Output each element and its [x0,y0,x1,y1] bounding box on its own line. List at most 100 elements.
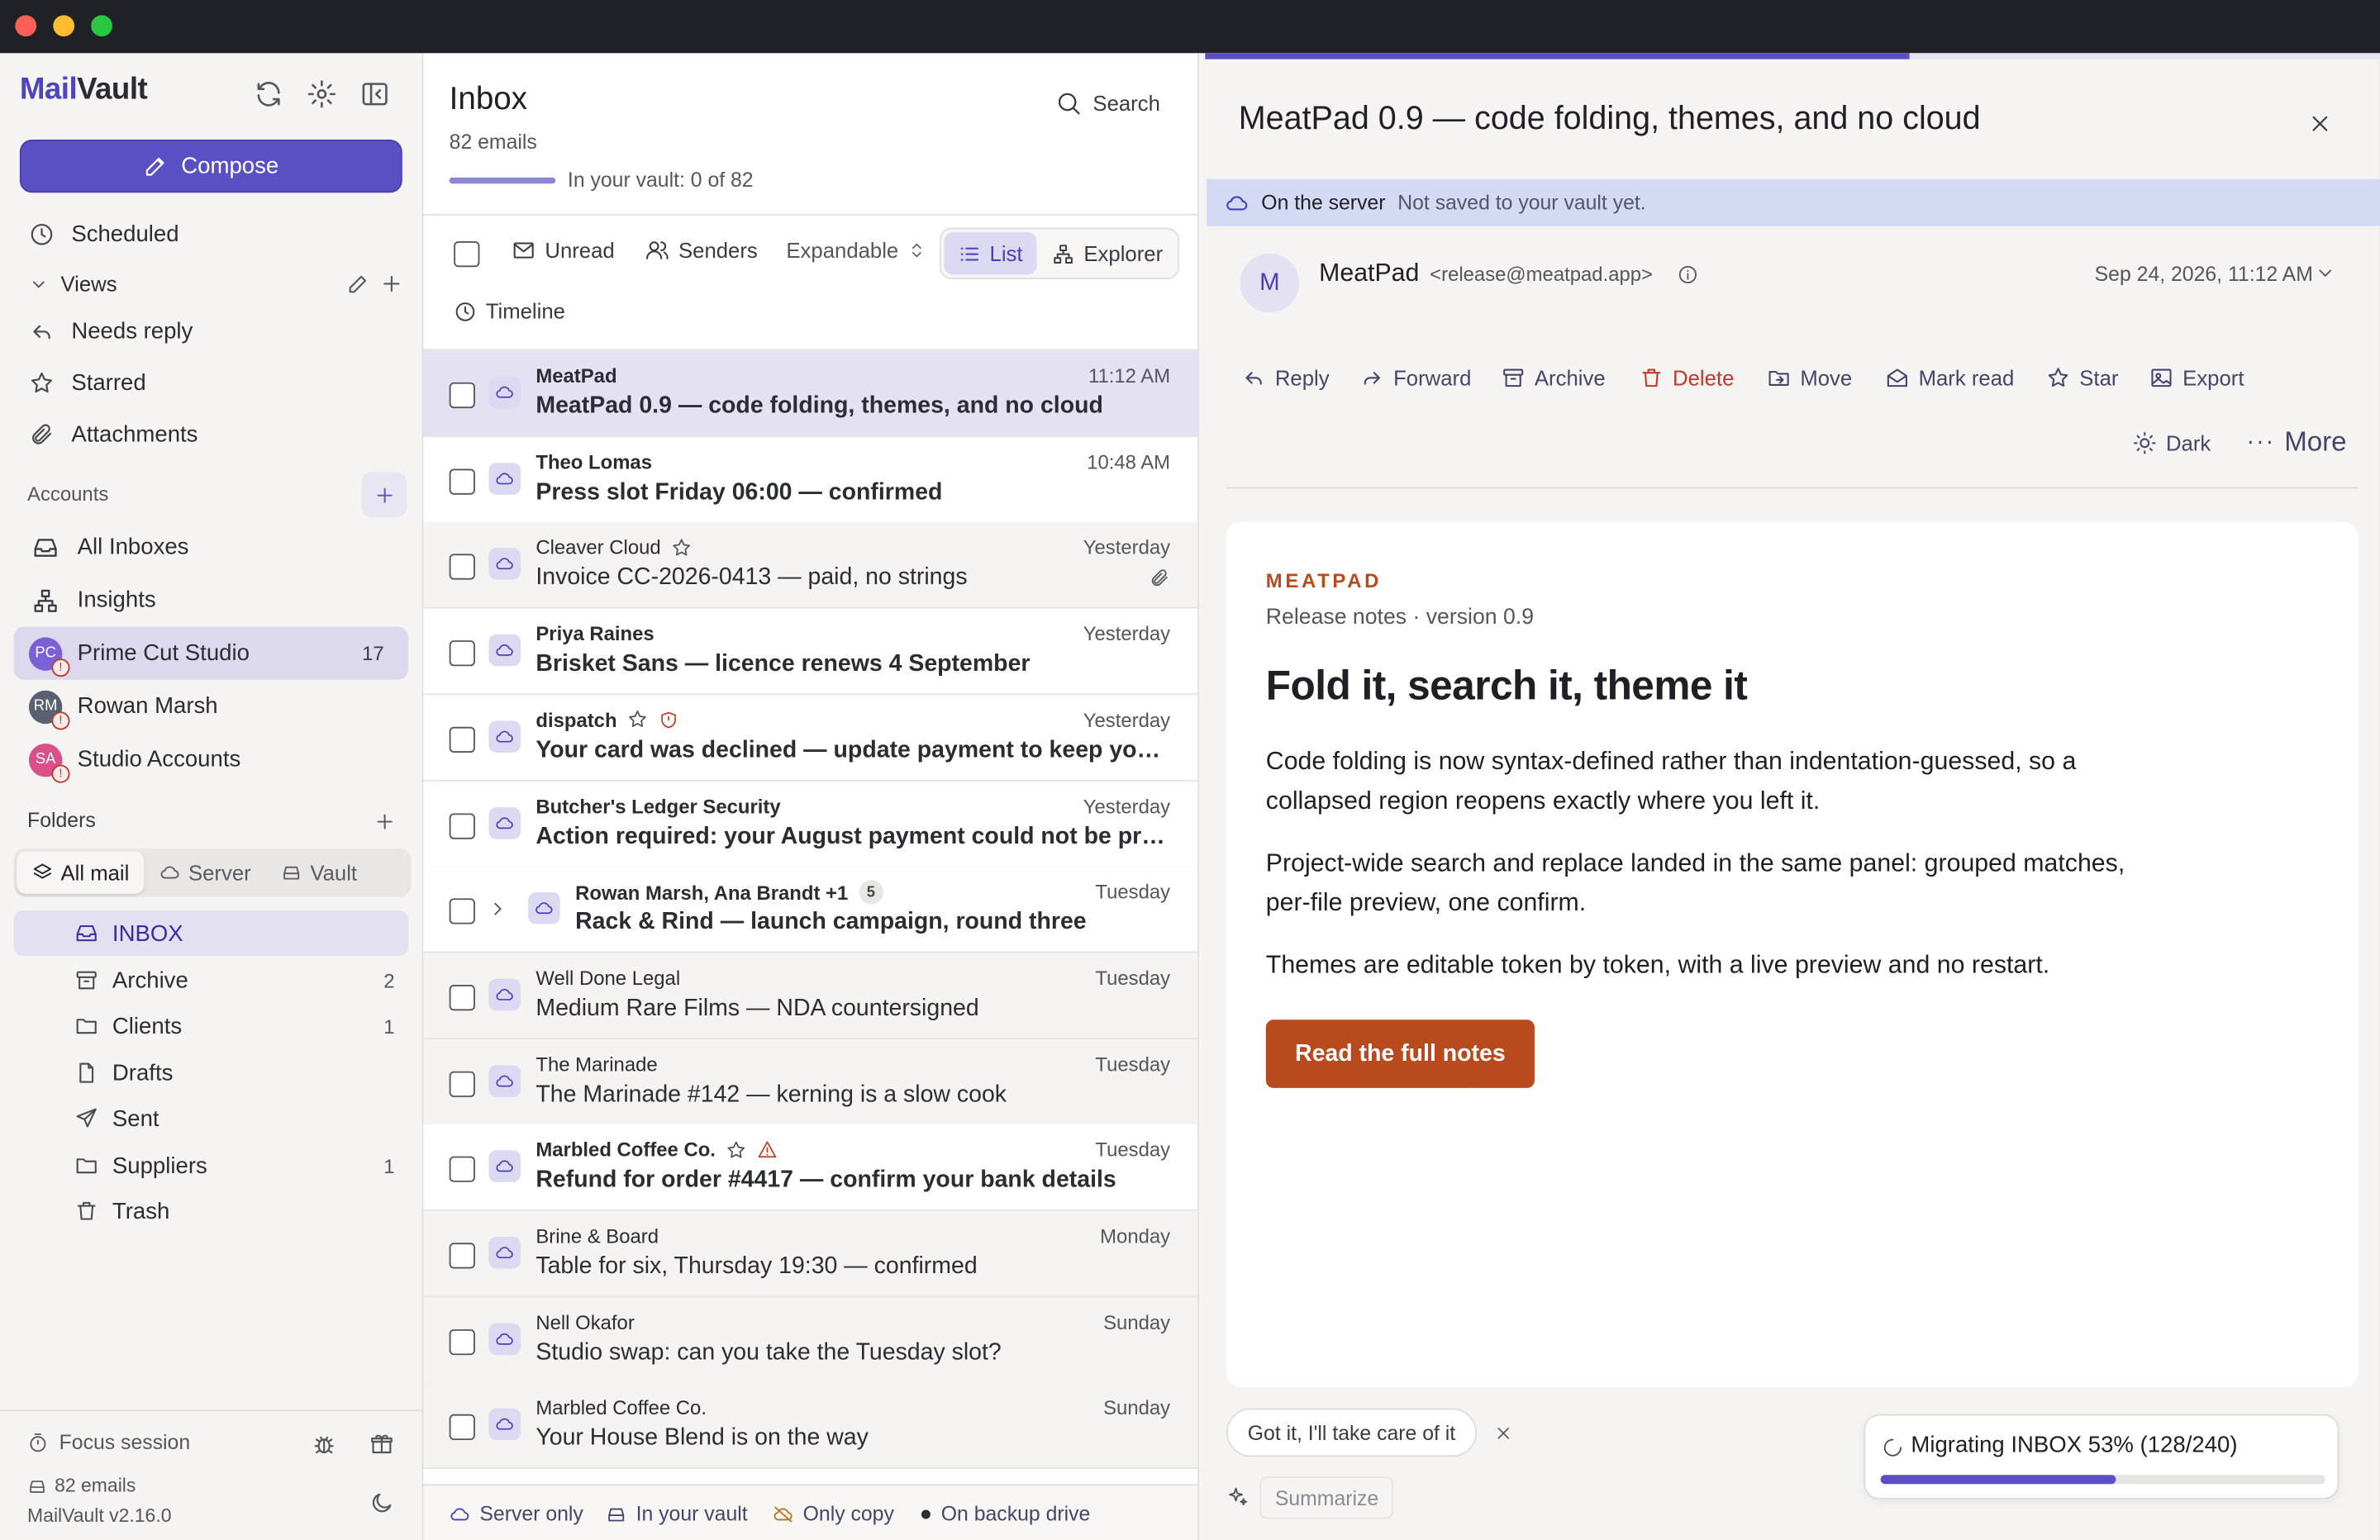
folder-trash[interactable]: Trash [14,1188,409,1233]
row-checkbox[interactable] [449,1157,475,1183]
focus-session-button[interactable]: Focus session [27,1431,190,1454]
list-item[interactable]: Marbled Coffee Co. Your House Blend is on… [423,1382,1198,1470]
row-checkbox[interactable] [449,726,475,753]
list-item[interactable]: Cleaver Cloud Invoice CC-2026-0413 — paid… [423,522,1198,610]
collapse-sidebar-icon[interactable] [359,79,390,110]
maximize-window-button[interactable] [91,15,112,37]
list-item[interactable]: dispatch Your card was declined — update … [423,694,1198,782]
nav-starred[interactable]: Starred [14,357,409,408]
pencil-icon[interactable] [346,272,370,296]
list-item[interactable]: Nell Okafor Studio swap: can you take the… [423,1296,1198,1384]
read-notes-button[interactable]: Read the full notes [1265,1020,1535,1088]
list-item[interactable]: Marbled Coffee Co. Refund for order #4417… [423,1124,1198,1212]
close-icon[interactable] [2307,111,2333,136]
segment-server[interactable]: Server [145,851,266,893]
sender-email[interactable]: <release@meatpad.app> [1430,263,1653,286]
view-list-button[interactable]: List [944,232,1037,275]
shield-warning-icon [659,710,679,730]
filter-unread[interactable]: Unread [512,238,615,263]
nav-attachments[interactable]: Attachments [14,408,409,459]
move-button[interactable]: Move [1767,366,1852,390]
chevron-down-icon[interactable] [2315,263,2336,284]
archive-button[interactable]: Archive [1501,366,1606,390]
minimize-window-button[interactable] [53,15,74,37]
clock-icon [454,300,477,323]
expand-thread-icon[interactable] [488,899,509,920]
image-export-icon [2149,366,2173,390]
folder-suppliers[interactable]: Suppliers 1 [14,1143,409,1188]
nav-needs-reply[interactable]: Needs reply [14,305,409,356]
row-checkbox[interactable] [449,984,475,1011]
folder-icon [74,1153,98,1177]
list-item[interactable]: Brine & Board Table for six, Thursday 19:… [423,1210,1198,1298]
row-checkbox[interactable] [449,1243,475,1269]
star-button[interactable]: Star [2046,366,2118,390]
spinner-icon [1883,1437,1904,1458]
add-folder-icon[interactable] [374,810,397,834]
row-checkbox[interactable] [449,382,475,409]
row-checkbox[interactable] [449,468,475,495]
dark-mode-button[interactable]: Dark [2133,431,2211,455]
expandable-select[interactable]: Expandable [786,238,926,263]
row-checkbox[interactable] [449,640,475,667]
folder-sent[interactable]: Sent [14,1096,409,1141]
segment-vault[interactable]: Vault [266,851,372,893]
moon-icon[interactable] [369,1490,394,1516]
reply-button[interactable]: Reply [1241,366,1330,390]
plus-icon[interactable] [379,272,403,296]
view-explorer-button[interactable]: Explorer [1052,232,1163,274]
filter-senders[interactable]: Senders [645,238,758,263]
vault-icon [27,1476,47,1495]
refresh-icon[interactable] [254,79,284,110]
nav-scheduled[interactable]: Scheduled [14,208,409,259]
export-button[interactable]: Export [2149,366,2244,390]
folder-archive[interactable]: Archive 2 [14,958,409,1003]
list-item[interactable]: Priya Raines Brisket Sans — licence renew… [423,608,1198,696]
select-all-checkbox[interactable] [454,241,480,268]
compose-button[interactable]: Compose [19,139,402,193]
view-timeline-button[interactable]: Timeline [454,299,565,323]
bug-icon[interactable] [312,1431,337,1457]
row-checkbox[interactable] [449,1070,475,1097]
folder-inbox[interactable]: INBOX [13,910,409,957]
quick-reply-chip[interactable]: Got it, I'll take care of it [1226,1408,1477,1457]
folder-drafts[interactable]: Drafts [14,1050,409,1096]
info-icon[interactable] [1678,264,1699,286]
list-item[interactable]: Well Done Legal Medium Rare Films — NDA c… [423,953,1198,1039]
delete-button[interactable]: Delete [1640,366,1734,390]
close-icon[interactable] [1493,1424,1513,1443]
forward-button[interactable]: Forward [1360,366,1471,390]
account-all-inboxes[interactable]: All Inboxes [14,520,409,573]
trash-icon [1640,366,1664,390]
star-icon[interactable] [627,709,649,730]
star-icon[interactable] [726,1139,748,1161]
account-studio-accounts[interactable]: SA! Studio Accounts [14,733,409,786]
gear-icon[interactable] [307,79,337,110]
storage-legend: Server only In your vault Only copy On b… [423,1484,1198,1540]
list-item[interactable]: MeatPad MeatPad 0.9 — code folding, theme… [423,350,1198,437]
row-checkbox[interactable] [449,554,475,581]
list-item[interactable]: Butcher's Ledger Security Action required… [423,780,1198,867]
sender-name: Brine & Board [536,1224,659,1248]
row-checkbox[interactable] [449,812,475,839]
mark-read-button[interactable]: Mark read [1885,366,2014,390]
row-checkbox[interactable] [449,1328,475,1355]
account-rowan-marsh[interactable]: RM! Rowan Marsh [14,680,409,733]
search-button[interactable]: Search [1055,89,1160,116]
gift-icon[interactable] [369,1431,394,1457]
account-insights[interactable]: Insights [14,573,409,626]
segment-all-mail[interactable]: All mail [17,851,145,894]
row-checkbox[interactable] [449,1414,475,1441]
close-window-button[interactable] [15,15,37,37]
star-icon[interactable] [672,537,693,558]
list-item[interactable]: Rowan Marsh, Ana Brandt +1 5 Rack & Rind —… [423,867,1198,953]
account-prime-cut-studio[interactable]: PC! Prime Cut Studio 17 [13,626,409,680]
add-account-button[interactable] [361,472,407,518]
more-button[interactable]: ··· More [2246,426,2346,459]
row-checkbox[interactable] [449,898,475,924]
folder-clients[interactable]: Clients 1 [14,1003,409,1048]
list-item[interactable]: Theo Lomas Press slot Friday 06:00 — conf… [423,436,1198,524]
summarize-button[interactable]: Summarize [1259,1476,1394,1519]
list-item[interactable]: The Marinade The Marinade #142 — kerning … [423,1039,1198,1126]
sender-name[interactable]: MeatPad [1319,259,1419,288]
